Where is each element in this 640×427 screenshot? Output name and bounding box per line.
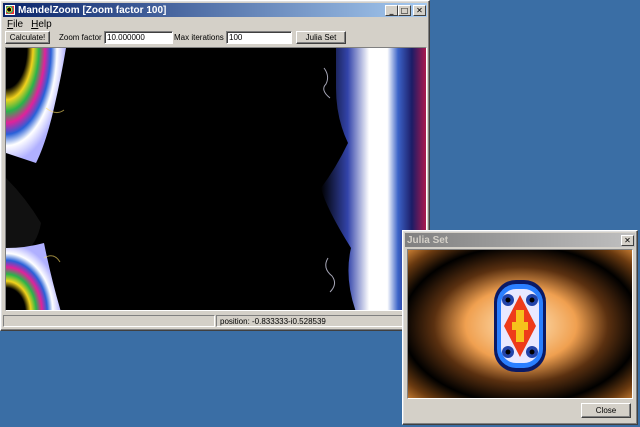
maximize-icon: □ <box>400 5 409 15</box>
julia-title-bar[interactable]: Julia Set ✕ <box>405 233 635 247</box>
julia-set-button[interactable]: Julia Set <box>296 31 346 44</box>
menu-bar: File Help <box>3 18 427 30</box>
menu-file[interactable]: File <box>7 19 23 30</box>
toolbar: Calculate! Zoom factor : 10.000000 Max i… <box>3 30 427 45</box>
zoom-factor-label: Zoom factor : <box>59 33 107 42</box>
close-icon: ✕ <box>624 235 631 245</box>
mandelzoom-window: MandelZoom [Zoom factor 100] _ □ ✕ File … <box>0 0 430 331</box>
julia-set-window: Julia Set ✕ Close <box>402 230 638 425</box>
mandelbrot-canvas[interactable] <box>5 47 427 311</box>
status-bar: position: -0.833333-i0.528539 <box>3 314 427 328</box>
mandelbrot-image <box>6 48 426 310</box>
main-title-bar[interactable]: MandelZoom [Zoom factor 100] _ □ ✕ <box>3 3 427 17</box>
app-icon[interactable] <box>5 5 15 15</box>
julia-close-dialog-button[interactable]: Close <box>581 403 631 418</box>
close-icon: ✕ <box>416 5 423 15</box>
window-title: MandelZoom [Zoom factor 100] <box>18 4 167 16</box>
minimize-button[interactable]: _ <box>385 4 398 16</box>
minimize-icon: _ <box>389 5 394 15</box>
max-iterations-input[interactable]: 100 <box>226 31 292 44</box>
status-left-pane <box>3 315 215 327</box>
julia-canvas <box>407 249 633 399</box>
close-button[interactable]: ✕ <box>413 4 426 16</box>
julia-close-button[interactable]: ✕ <box>621 234 634 246</box>
julia-close-dialog-label: Close <box>595 406 617 415</box>
zoom-factor-input[interactable]: 10.000000 <box>104 31 173 44</box>
julia-set-button-label: Julia Set <box>305 33 337 42</box>
maximize-button[interactable]: □ <box>398 4 411 16</box>
calculate-button[interactable]: Calculate! <box>5 31 50 44</box>
julia-window-title: Julia Set <box>407 234 449 246</box>
menu-help[interactable]: Help <box>31 19 52 30</box>
max-iterations-label: Max iterations : <box>174 33 229 42</box>
julia-image <box>408 250 632 398</box>
calculate-button-label: Calculate! <box>9 33 46 42</box>
position-readout: position: -0.833333-i0.528539 <box>216 315 427 327</box>
